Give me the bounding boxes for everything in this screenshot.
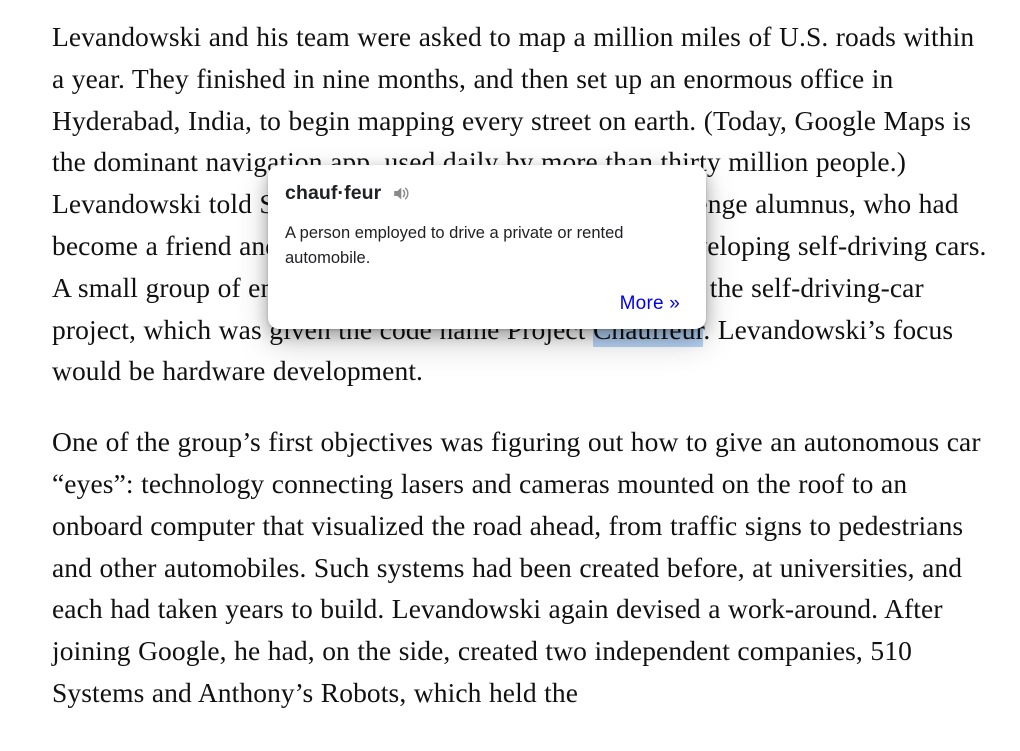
speaker-icon[interactable]: [392, 184, 411, 203]
dictionary-definition: A person employed to drive a private or …: [285, 224, 624, 267]
dictionary-more-link[interactable]: More »: [620, 293, 680, 315]
page-root: Levandowski and his team were asked to m…: [0, 0, 1020, 751]
dictionary-headword-row: chauf·feur: [285, 182, 686, 205]
dictionary-more-row: More »: [285, 293, 680, 315]
dictionary-headword: chauf·feur: [285, 182, 382, 204]
paragraph-2: One of the group’s first objectives was …: [52, 426, 981, 708]
dictionary-popup: chauf·feur A person employed to drive a …: [268, 165, 706, 329]
article-body: Levandowski and his team were asked to m…: [52, 16, 992, 714]
